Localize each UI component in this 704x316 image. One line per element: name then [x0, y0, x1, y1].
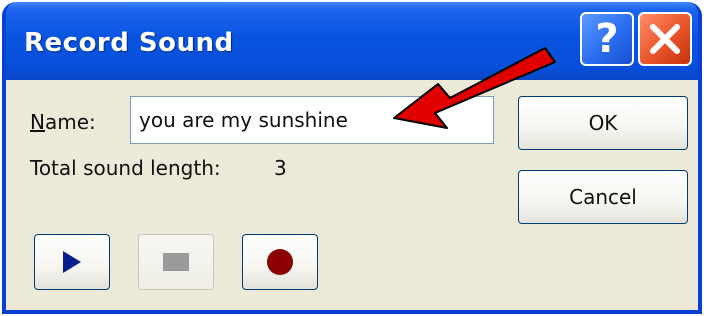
- record-sound-dialog: Record Sound ? Name: Total sound length:…: [2, 2, 702, 314]
- name-label-text: ame:: [44, 110, 96, 134]
- stop-button[interactable]: [138, 234, 214, 290]
- close-icon: [650, 24, 680, 54]
- play-button[interactable]: [34, 234, 110, 290]
- name-label: Name:: [30, 110, 96, 134]
- record-button[interactable]: [242, 234, 318, 290]
- title-bar[interactable]: Record Sound ?: [6, 2, 698, 80]
- sound-length-value: 3: [274, 156, 287, 180]
- dialog-body: Name: Total sound length: 3 OK Cancel: [6, 80, 698, 310]
- play-icon: [63, 251, 81, 273]
- cancel-button[interactable]: Cancel: [518, 170, 688, 224]
- help-button[interactable]: ?: [580, 12, 634, 66]
- sound-length-label: Total sound length:: [30, 156, 221, 180]
- close-button[interactable]: [638, 12, 692, 66]
- name-label-accelerator: N: [30, 110, 45, 134]
- dialog-title: Record Sound: [24, 28, 234, 58]
- record-icon: [267, 249, 293, 275]
- stop-icon: [163, 253, 189, 271]
- name-input[interactable]: [130, 96, 494, 144]
- help-icon: ?: [595, 16, 619, 62]
- ok-button[interactable]: OK: [518, 96, 688, 150]
